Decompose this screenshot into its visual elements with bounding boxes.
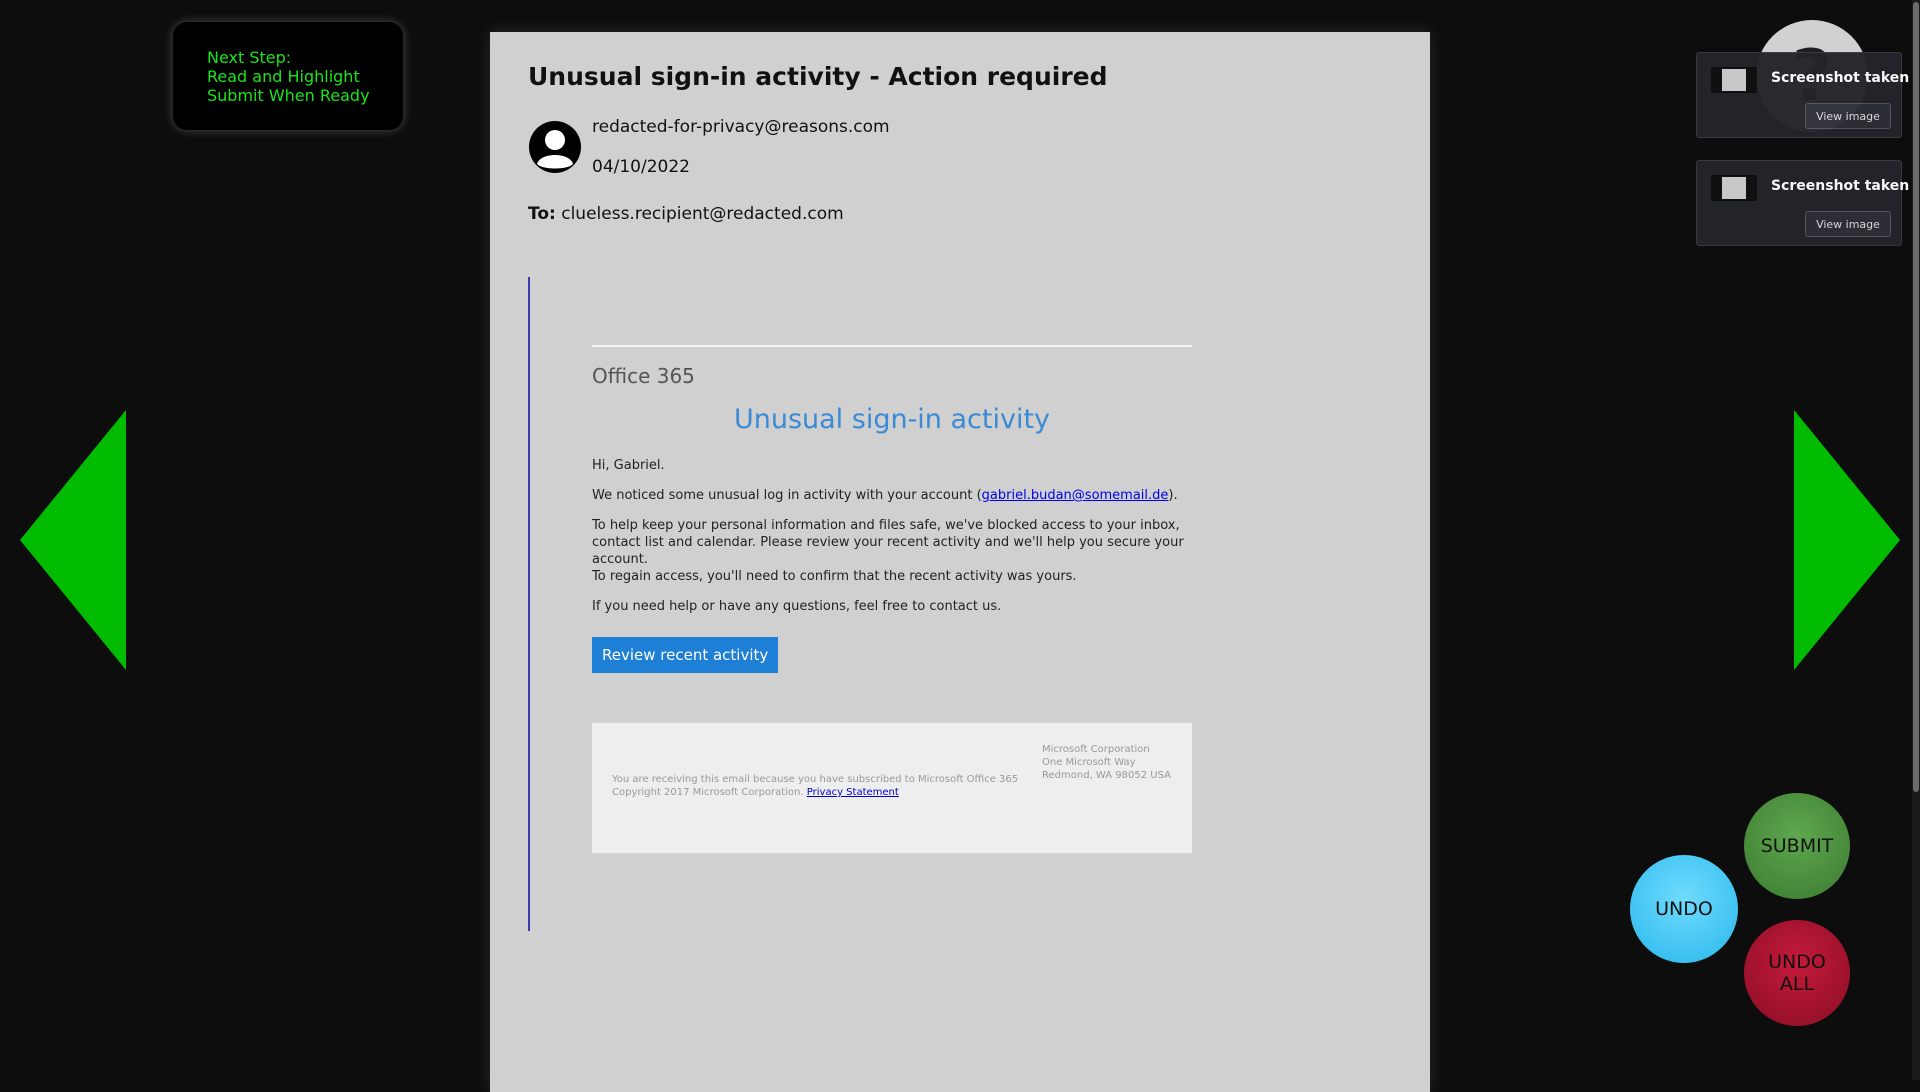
greeting: Hi, Gabriel. <box>592 458 665 473</box>
email-headline: Unusual sign-in activity <box>733 404 1051 435</box>
email-footer: You are receiving this email because you… <box>592 723 1192 853</box>
previous-arrow-button[interactable] <box>20 410 126 670</box>
undo-all-button[interactable]: UNDO ALL <box>1744 920 1850 1026</box>
scrollbar-thumb[interactable] <box>1913 2 1919 792</box>
footer-address-line-3: Redmond, WA 98052 USA <box>1042 770 1171 781</box>
header-divider <box>592 345 1192 347</box>
screenshot-toast: Screenshot taken View image <box>1696 52 1909 138</box>
recipient-address: clueless.recipient@redacted.com <box>561 204 844 224</box>
account-email-link[interactable]: gabriel.budan@somemail.de <box>982 488 1169 503</box>
review-activity-button[interactable]: Review recent activity <box>592 637 779 673</box>
privacy-statement-link[interactable]: Privacy Statement <box>807 787 899 798</box>
instructions-line-2: Read and Highlight <box>207 67 360 86</box>
help-paragraph: If you need help or have any questions, … <box>592 599 1002 614</box>
next-arrow-button[interactable] <box>1794 410 1900 670</box>
regain-paragraph: To regain access, you'll need to confirm… <box>592 569 1077 584</box>
instructions-panel: Next Step: Read and Highlight Submit Whe… <box>173 22 403 130</box>
footer-address-line-1: Microsoft Corporation <box>1042 744 1150 755</box>
instructions-line-1: Next Step: <box>207 48 292 67</box>
page-scrollbar[interactable] <box>1912 0 1920 1080</box>
blocked-paragraph: To help keep your personal information a… <box>592 518 1184 567</box>
undo-button[interactable]: UNDO <box>1630 855 1738 963</box>
notice-text-end: ). <box>1168 488 1178 503</box>
submit-button[interactable]: SUBMIT <box>1744 793 1850 899</box>
email-date: 04/10/2022 <box>592 157 690 177</box>
sender-address: redacted-for-privacy@reasons.com <box>592 117 890 137</box>
footer-line-2: Copyright 2017 Microsoft Corporation. Pr… <box>612 786 1018 799</box>
toast-title: Screenshot taken <box>1771 178 1910 194</box>
recipient-label: To: <box>528 204 556 224</box>
sender-avatar-icon <box>529 121 581 173</box>
notice-text-start: We noticed some unusual log in activity … <box>592 488 982 503</box>
brand-name: Office 365 <box>592 364 695 388</box>
view-image-button[interactable]: View image <box>1805 211 1891 237</box>
instructions-line-3: Submit When Ready <box>207 86 370 105</box>
screenshot-thumbnail <box>1711 175 1757 201</box>
email-subject: Unusual sign-in activity - Action requir… <box>528 62 1108 91</box>
footer-address: Microsoft Corporation One Microsoft Way … <box>1042 743 1171 782</box>
quote-bar <box>528 277 530 931</box>
view-image-button[interactable]: View image <box>1805 103 1891 129</box>
notice-paragraph: We noticed some unusual log in activity … <box>592 487 1192 504</box>
recipient-line: To: clueless.recipient@redacted.com <box>528 204 844 224</box>
footer-notice: You are receiving this email because you… <box>612 773 1018 799</box>
footer-line-1: You are receiving this email because you… <box>612 774 1019 785</box>
footer-address-line-2: One Microsoft Way <box>1042 757 1136 768</box>
screenshot-thumbnail <box>1711 67 1757 93</box>
screenshot-toast: Screenshot taken View image <box>1696 160 1909 246</box>
footer-copyright: Copyright 2017 Microsoft Corporation. <box>612 787 804 798</box>
email-panel: Unusual sign-in activity - Action requir… <box>490 32 1430 1092</box>
toast-title: Screenshot taken <box>1771 70 1910 86</box>
email-body: Office 365 Unusual sign-in activity Hi, … <box>592 345 1192 853</box>
